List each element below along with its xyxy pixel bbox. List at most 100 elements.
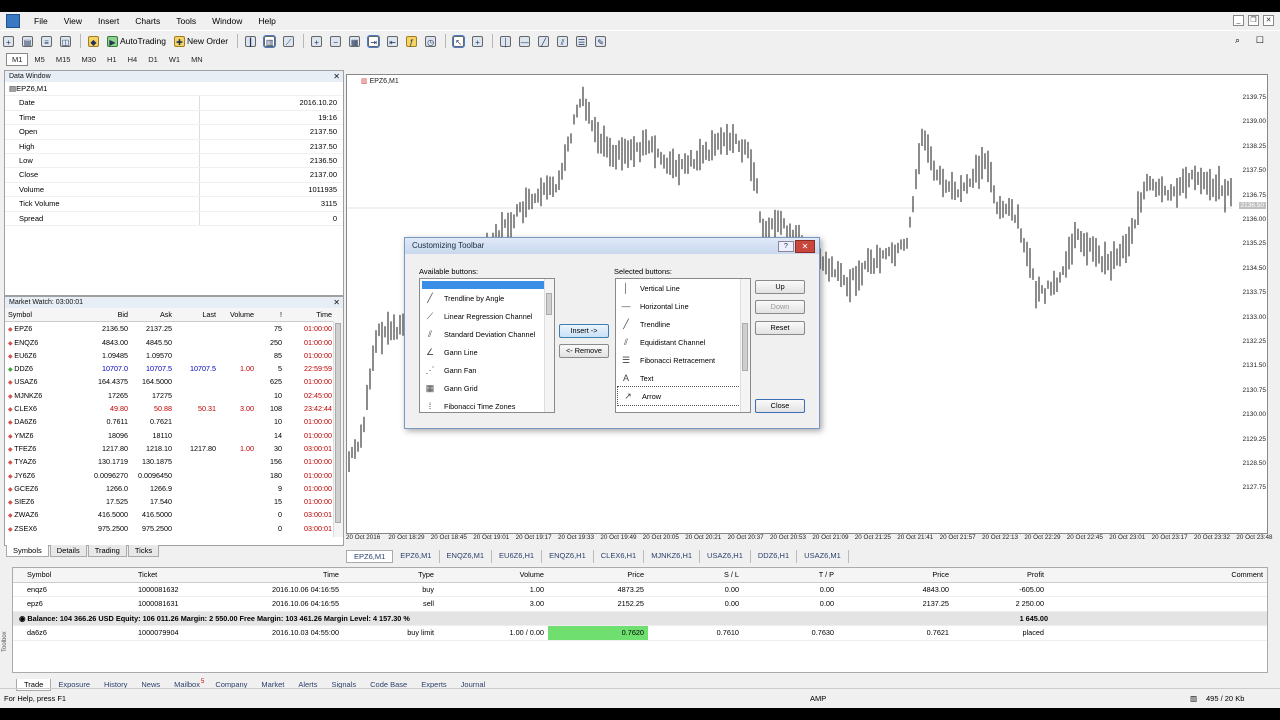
- meta-editor-button[interactable]: ◆: [85, 33, 102, 49]
- market-watch-row[interactable]: USAZ6 164.4375 164.5000 625 01:00:00: [5, 375, 343, 388]
- indicators-button[interactable]: ƒ: [403, 33, 420, 49]
- zoom-in-button[interactable]: +: [308, 33, 325, 49]
- tab-details[interactable]: Details: [49, 545, 87, 557]
- chart-tab[interactable]: CLEX6,H1: [594, 550, 645, 563]
- list-item[interactable]: ╱ Trendline by Angle: [420, 289, 554, 307]
- chart-tab[interactable]: ENQZ6,H1: [542, 550, 594, 563]
- menu-tools[interactable]: Tools: [168, 12, 204, 30]
- column-header[interactable]: Price: [838, 568, 953, 582]
- tile-windows-button[interactable]: ▦: [346, 33, 363, 49]
- list-item[interactable]: ▦ Gann Grid: [420, 379, 554, 397]
- zoom-out-button[interactable]: −: [327, 33, 344, 49]
- autotrading-button[interactable]: ▶ AutoTrading: [104, 33, 169, 49]
- list-item[interactable]: ⫽ Standard Deviation Channel: [420, 325, 554, 343]
- timeframe-m30[interactable]: M30: [76, 54, 101, 65]
- market-watch-row[interactable]: YMZ6 18096 18110 14 01:00:00: [5, 429, 343, 442]
- down-button[interactable]: Down: [755, 300, 805, 314]
- list-item[interactable]: ⋰ Gann Fan: [420, 361, 554, 379]
- column-header[interactable]: S / L: [648, 568, 743, 582]
- close-icon[interactable]: ✕: [1263, 15, 1274, 26]
- restore-icon[interactable]: ❐: [1248, 15, 1259, 26]
- chart-tab[interactable]: DDZ6,H1: [751, 550, 798, 563]
- bar-chart-button[interactable]: ┃: [242, 33, 259, 49]
- list-item[interactable]: ☰ Fibonacci Retracement: [616, 351, 750, 369]
- column-header[interactable]: Volume: [219, 308, 257, 321]
- close-icon[interactable]: ✕: [333, 71, 340, 82]
- scrollbar[interactable]: [333, 321, 343, 537]
- market-watch-row[interactable]: GCEZ6 1266.0 1266.9 9 01:00:00: [5, 482, 343, 495]
- column-header[interactable]: Comment: [1048, 568, 1267, 582]
- market-watch-row[interactable]: TYAZ6 130.1719 130.1875 156 01:00:00: [5, 455, 343, 468]
- column-header[interactable]: !: [257, 308, 285, 321]
- chart-tab[interactable]: EPZ6,M1: [346, 550, 394, 563]
- scrollbar-thumb[interactable]: [335, 323, 341, 523]
- list-item[interactable]: A Text: [616, 369, 750, 387]
- column-header[interactable]: Symbol: [5, 308, 73, 321]
- timeframe-h1[interactable]: H1: [102, 54, 122, 65]
- candlestick-button[interactable]: ▥: [261, 33, 278, 49]
- remove-button[interactable]: <- Remove: [559, 344, 609, 358]
- crosshair-button[interactable]: +: [469, 33, 486, 49]
- timeframe-h4[interactable]: H4: [123, 54, 143, 65]
- fibonacci-button[interactable]: ☰: [573, 33, 590, 49]
- timeframe-d1[interactable]: D1: [143, 54, 163, 65]
- selected-list-item[interactable]: [422, 281, 544, 289]
- insert-button[interactable]: Insert ->: [559, 324, 609, 338]
- list-item[interactable]: — Horizontal Line: [616, 297, 750, 315]
- pending-order-row[interactable]: da6z6 1000079904 2016.10.03 04:55:00 buy…: [13, 626, 1267, 641]
- new-order-button[interactable]: ✚ New Order: [171, 33, 231, 49]
- market-watch-row[interactable]: EPZ6 2136.50 2137.25 75 01:00:00: [5, 322, 343, 335]
- chat-icon[interactable]: ☐: [1256, 35, 1264, 46]
- column-header[interactable]: Profit: [953, 568, 1048, 582]
- timeframe-m15[interactable]: M15: [51, 54, 76, 65]
- list-item[interactable]: ⁞ Fibonacci Time Zones: [420, 397, 554, 412]
- menu-insert[interactable]: Insert: [90, 12, 127, 30]
- reset-button[interactable]: Reset: [755, 321, 805, 335]
- column-header[interactable]: Ticket: [138, 568, 248, 582]
- position-row[interactable]: epz6 1000081631 2016.10.06 04:16:55 sell 3.0…: [13, 597, 1267, 612]
- horizontal-line-button[interactable]: —: [516, 33, 533, 49]
- timeframe-m1[interactable]: M1: [6, 52, 29, 66]
- chart-tab[interactable]: MJNKZ6,H1: [644, 550, 701, 563]
- help-button[interactable]: ?: [778, 241, 794, 252]
- cursor-button[interactable]: ↖: [450, 33, 467, 49]
- market-watch-row[interactable]: JY6Z6 0.0096270 0.0096450 180 01:00:00: [5, 469, 343, 482]
- timeframe-mn[interactable]: MN: [186, 54, 208, 65]
- profiles-button[interactable]: ▤: [19, 33, 36, 49]
- market-watch-button[interactable]: ≡: [38, 33, 55, 49]
- chart-shift-button[interactable]: ⇤: [384, 33, 401, 49]
- chart-tab[interactable]: USAZ6,M1: [797, 550, 849, 563]
- trendline-button[interactable]: ╱: [535, 33, 552, 49]
- market-watch-row[interactable]: DA6Z6 0.7611 0.7621 10 01:00:00: [5, 415, 343, 428]
- tab-symbols[interactable]: Symbols: [6, 545, 49, 557]
- chart-tab[interactable]: ENQZ6,M1: [440, 550, 493, 563]
- chart-tab[interactable]: USAZ6,H1: [700, 550, 751, 563]
- objects-button[interactable]: ✎: [592, 33, 609, 49]
- scrollbar[interactable]: [544, 279, 554, 412]
- close-button[interactable]: Close: [755, 399, 805, 413]
- market-watch-row[interactable]: MJNKZ6 17265 17275 10 02:45:00: [5, 389, 343, 402]
- position-row[interactable]: enqz6 1000081632 2016.10.06 04:16:55 buy 1.0…: [13, 583, 1267, 597]
- market-watch-row[interactable]: TFEZ6 1217.80 1218.10 1217.80 1.00 30 03:00:01: [5, 442, 343, 455]
- chart-tab[interactable]: EU6Z6,H1: [492, 550, 543, 563]
- column-header[interactable]: Symbol: [13, 568, 138, 582]
- menu-window[interactable]: Window: [204, 12, 250, 30]
- market-watch-row[interactable]: EU6Z6 1.09485 1.09570 85 01:00:00: [5, 349, 343, 362]
- market-watch-row[interactable]: ENQZ6 4843.00 4845.50 250 01:00:00: [5, 336, 343, 349]
- column-header[interactable]: T / P: [743, 568, 838, 582]
- chart-tab[interactable]: EPZ6,M1: [393, 550, 440, 563]
- list-item[interactable]: ∠ Gann Line: [420, 343, 554, 361]
- tab-ticks[interactable]: Ticks: [127, 545, 160, 557]
- vertical-line-button[interactable]: │: [497, 33, 514, 49]
- column-header[interactable]: Ask: [131, 308, 175, 321]
- navigator-button[interactable]: ◫: [57, 33, 74, 49]
- column-header[interactable]: Bid: [73, 308, 131, 321]
- scrollbar[interactable]: [740, 279, 750, 412]
- scrollbar-thumb[interactable]: [546, 293, 552, 315]
- timeframe-w1[interactable]: W1: [164, 54, 185, 65]
- list-item[interactable]: │ Vertical Line: [616, 279, 750, 297]
- column-header[interactable]: Time: [285, 308, 335, 321]
- line-chart-button[interactable]: ⟋: [280, 33, 297, 49]
- column-header[interactable]: Type: [343, 568, 438, 582]
- selected-buttons-list[interactable]: │ Vertical Line — Horizontal Line ╱ Trendline…: [615, 278, 751, 413]
